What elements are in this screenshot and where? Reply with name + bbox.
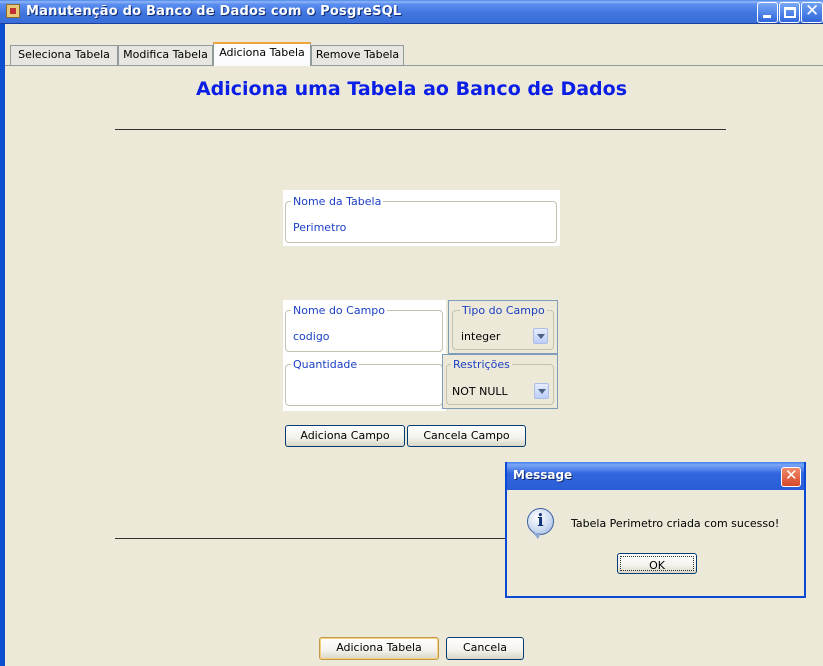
java-app-icon	[6, 4, 20, 18]
window-title: Manutenção do Banco de Dados com o Posgr…	[26, 4, 402, 19]
ok-button[interactable]: OK	[617, 553, 697, 574]
dialog-title: Message	[513, 468, 573, 482]
tab-seleciona-tabela[interactable]: Seleciona Tabela	[10, 45, 118, 65]
maximize-button[interactable]	[779, 2, 800, 23]
nome-campo-value[interactable]: codigo	[293, 330, 330, 343]
nome-tabela-label: Nome da Tabela	[291, 195, 384, 208]
adiciona-tabela-button[interactable]: Adiciona Tabela	[319, 637, 439, 660]
nome-campo-label: Nome do Campo	[291, 304, 387, 317]
nome-campo-field[interactable]: Nome do Campo codigo	[285, 304, 443, 352]
quantidade-label: Quantidade	[291, 358, 360, 371]
window-left-border	[0, 24, 5, 666]
dialog-close-button[interactable]: ✕	[781, 466, 801, 487]
nome-tabela-field[interactable]: Nome da Tabela Perimetro	[285, 195, 557, 243]
cancela-button[interactable]: Cancela	[446, 637, 524, 660]
window-titlebar[interactable]: Manutenção do Banco de Dados com o Posgr…	[0, 0, 823, 24]
close-icon: ✕	[785, 466, 798, 484]
tipo-campo-select[interactable]: integer	[461, 330, 500, 343]
restricoes-select[interactable]: NOT NULL	[452, 385, 508, 398]
minimize-icon	[763, 15, 771, 18]
chevron-down-icon[interactable]	[534, 383, 549, 399]
nome-tabela-value[interactable]: Perimetro	[293, 221, 346, 234]
tab-adiciona-tabela[interactable]: Adiciona Tabela	[213, 42, 311, 66]
tab-divider	[5, 65, 823, 66]
adiciona-campo-button[interactable]: Adiciona Campo	[285, 425, 405, 447]
bottom-separator	[115, 538, 508, 539]
top-separator	[115, 129, 726, 130]
info-icon: i	[527, 508, 554, 539]
dialog-titlebar[interactable]: Message ✕	[507, 462, 804, 490]
tipo-campo-label: Tipo do Campo	[460, 304, 547, 317]
tipo-campo-panel: Tipo do Campo integer	[448, 300, 558, 354]
restricoes-panel: Restrições NOT NULL	[442, 354, 558, 409]
page-title: Adiciona uma Tabela ao Banco de Dados	[195, 78, 628, 100]
chevron-down-icon[interactable]	[533, 328, 548, 344]
ok-button-label: OK	[620, 556, 694, 572]
close-button[interactable]: ✕	[801, 1, 823, 23]
tab-modifica-tabela[interactable]: Modifica Tabela	[118, 45, 213, 65]
cancela-campo-button[interactable]: Cancela Campo	[407, 425, 526, 447]
quantidade-field[interactable]: Quantidade	[285, 358, 443, 406]
message-dialog: Message ✕ i Tabela Perimetro criada com …	[505, 462, 806, 598]
maximize-icon	[784, 7, 796, 18]
minimize-button[interactable]	[757, 2, 778, 23]
restricoes-label: Restrições	[451, 358, 512, 371]
tab-remove-tabela[interactable]: Remove Tabela	[311, 45, 404, 65]
close-icon: ✕	[805, 1, 820, 21]
dialog-message: Tabela Perimetro criada com sucesso!	[571, 517, 780, 530]
